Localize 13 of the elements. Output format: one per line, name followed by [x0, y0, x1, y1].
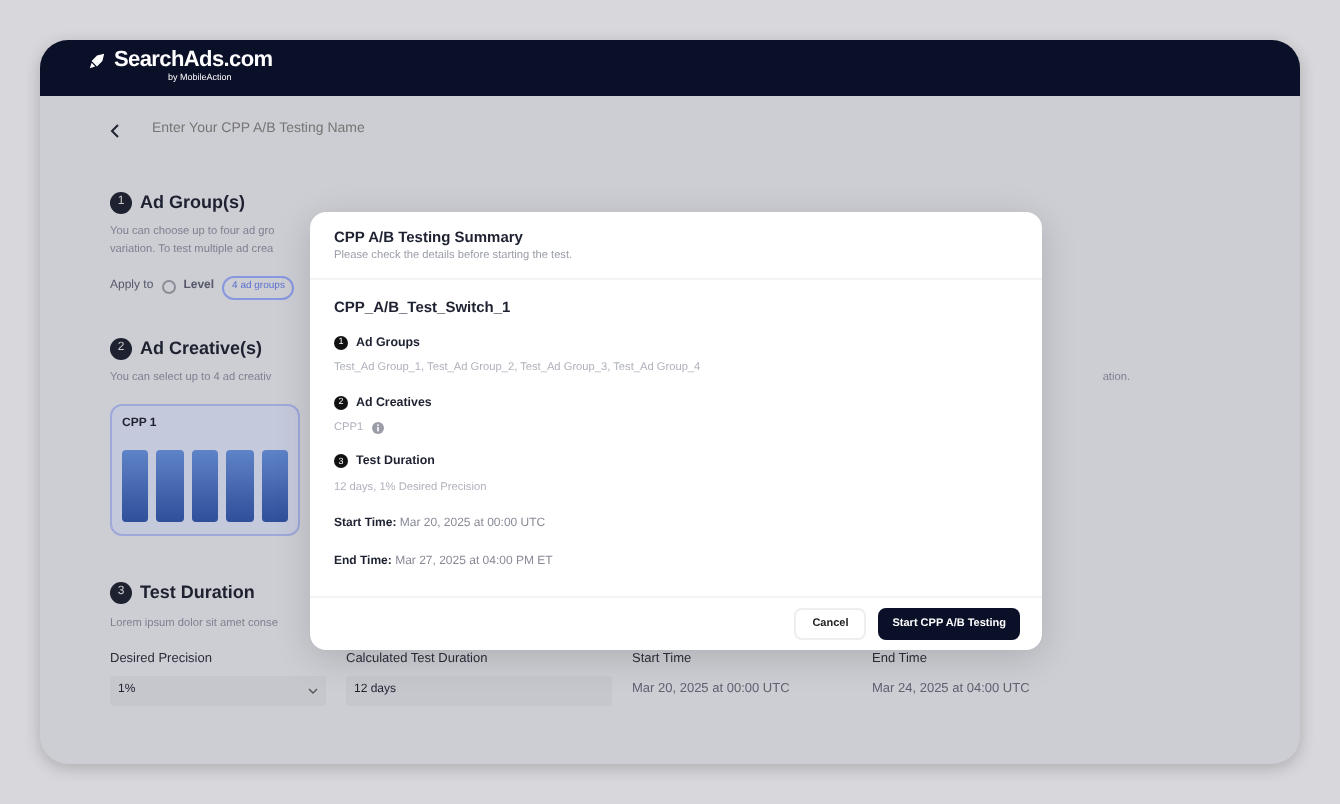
info-icon[interactable]: [371, 422, 384, 435]
screenshot-placeholder: [261, 450, 289, 522]
screenshot-placeholder: [122, 450, 149, 522]
screenshot-placeholder: [156, 450, 184, 522]
section-title: Ad Creative(s): [140, 335, 263, 362]
screenshot-placeholder: [226, 450, 254, 522]
screenshot-placeholder: [191, 450, 219, 522]
back-icon[interactable]: [110, 123, 120, 138]
rocket-icon: [88, 52, 106, 70]
brand-name: SearchAds.com: [114, 50, 273, 72]
section-title: Test Duration: [140, 580, 255, 606]
section-title: Ad Group(s): [140, 189, 245, 216]
caret-icon: [308, 688, 318, 695]
